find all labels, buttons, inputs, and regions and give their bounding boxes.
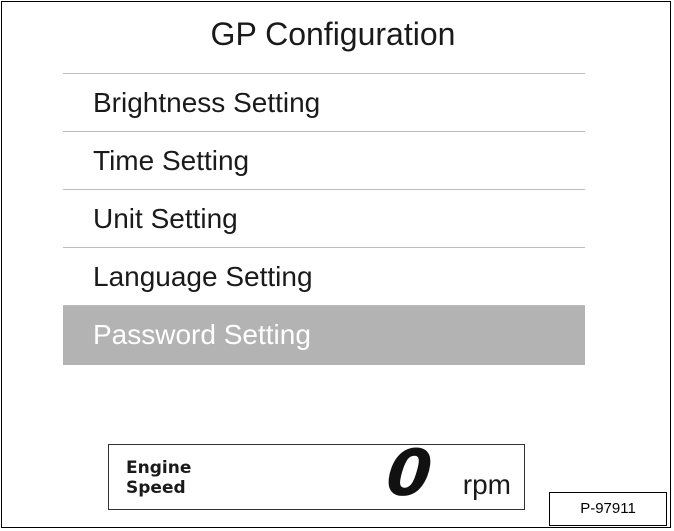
- menu-item-unit[interactable]: Unit Setting: [63, 190, 585, 248]
- figure-reference: P-97911: [549, 492, 667, 526]
- menu-item-time[interactable]: Time Setting: [63, 132, 585, 190]
- config-menu: Brightness Setting Time Setting Unit Set…: [63, 73, 585, 365]
- menu-item-language[interactable]: Language Setting: [63, 248, 585, 306]
- page-title: GP Configuration: [210, 16, 456, 52]
- display-frame: GP Configuration Brightness Setting Time…: [1, 1, 671, 528]
- engine-speed-label: Engine Speed: [126, 458, 192, 498]
- menu-item-password[interactable]: Password Setting: [63, 306, 585, 365]
- engine-speed-unit: rpm: [462, 469, 511, 500]
- engine-speed-value: 0: [383, 437, 436, 511]
- menu-item-brightness[interactable]: Brightness Setting: [63, 74, 585, 132]
- engine-speed-display: Engine Speed 0 rpm: [108, 437, 525, 511]
